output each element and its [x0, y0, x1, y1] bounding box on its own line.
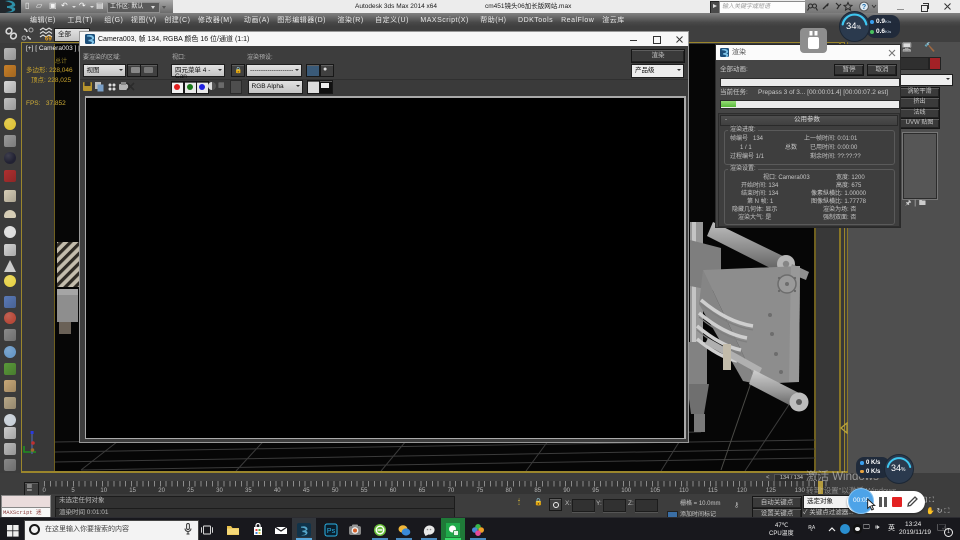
svg-text:69: 69 [45, 37, 52, 42]
svg-text:Ps: Ps [327, 528, 336, 535]
svg-text:?: ? [862, 4, 866, 11]
